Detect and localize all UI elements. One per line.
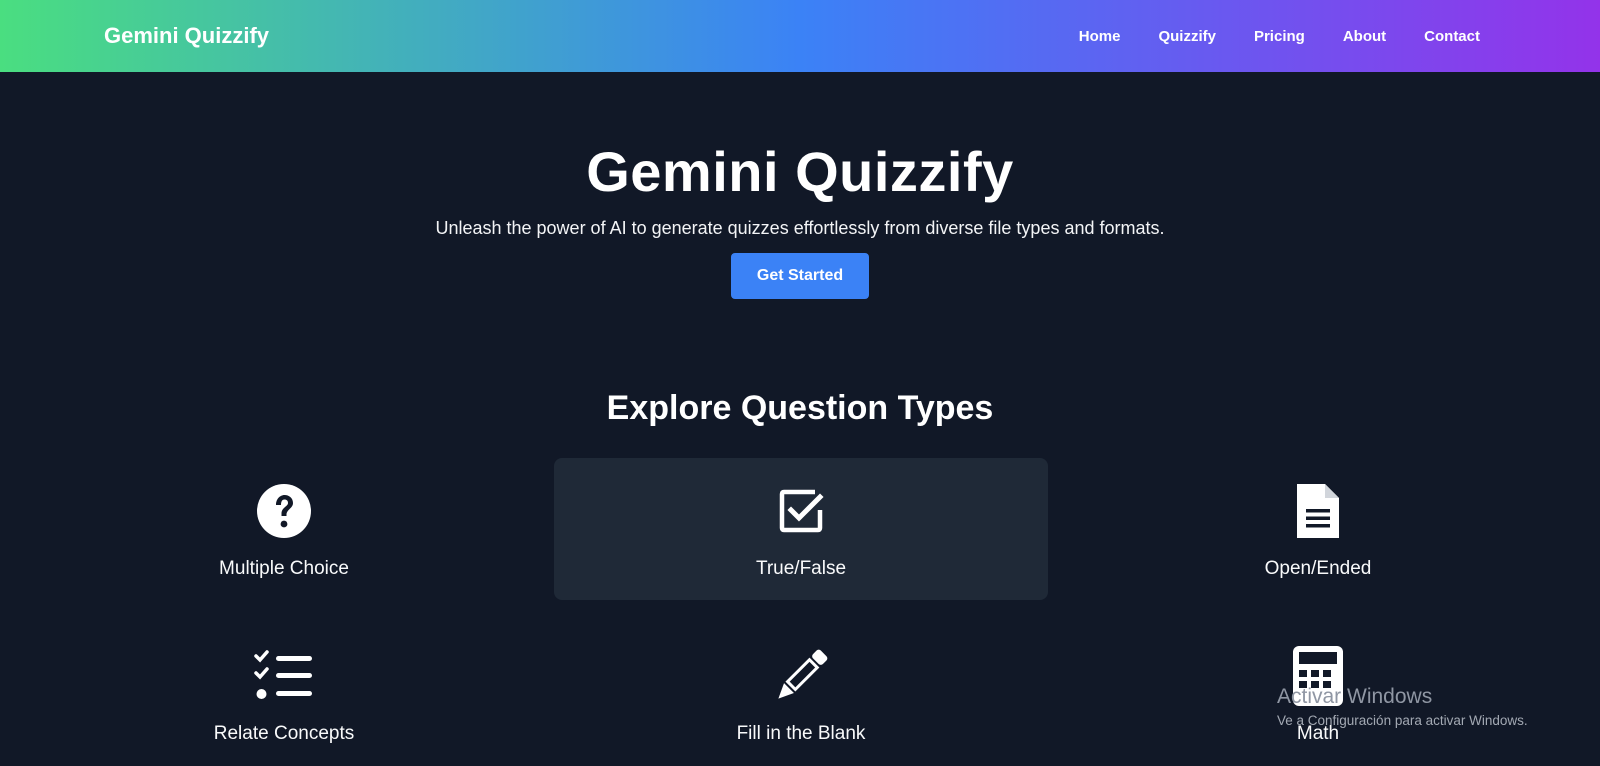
question-type-multiple-choice[interactable]: Multiple Choice bbox=[37, 458, 531, 600]
navbar: Gemini Quizzify Home Quizzify Pricing Ab… bbox=[0, 0, 1600, 72]
nav-links: Home Quizzify Pricing About Contact bbox=[1079, 28, 1480, 45]
question-type-fill-in-the-blank[interactable]: Fill in the Blank bbox=[554, 624, 1048, 766]
windows-activation-watermark: Activar Windows Ve a Configuración para … bbox=[1277, 685, 1528, 728]
checkbox-icon bbox=[778, 482, 824, 540]
question-type-label: Fill in the Blank bbox=[736, 723, 866, 744]
checklist-icon bbox=[254, 647, 314, 705]
brand-logo[interactable]: Gemini Quizzify bbox=[104, 23, 269, 49]
watermark-title: Activar Windows bbox=[1277, 685, 1433, 708]
question-type-label: Relate Concepts bbox=[213, 723, 355, 744]
hero-section: Gemini Quizzify Unleash the power of AI … bbox=[0, 72, 1600, 299]
hero-title: Gemini Quizzify bbox=[586, 140, 1014, 203]
watermark-subtitle: Ve a Configuración para activar Windows. bbox=[1277, 713, 1528, 728]
get-started-button[interactable]: Get Started bbox=[731, 253, 869, 299]
nav-link-quizzify[interactable]: Quizzify bbox=[1158, 28, 1216, 45]
question-circle-icon bbox=[256, 482, 312, 540]
question-type-open-ended[interactable]: Open/Ended bbox=[1071, 458, 1565, 600]
hero-subtitle: Unleash the power of AI to generate quiz… bbox=[435, 218, 1165, 238]
question-type-true-false[interactable]: True/False bbox=[554, 458, 1048, 600]
pencil-icon bbox=[771, 647, 831, 705]
question-type-label: True/False bbox=[755, 558, 847, 579]
question-type-label: Open/Ended bbox=[1264, 558, 1372, 579]
nav-link-contact[interactable]: Contact bbox=[1424, 28, 1480, 45]
nav-link-about[interactable]: About bbox=[1343, 28, 1386, 45]
question-types-title: Explore Question Types bbox=[606, 389, 994, 427]
nav-link-home[interactable]: Home bbox=[1079, 28, 1121, 45]
question-type-label: Multiple Choice bbox=[219, 558, 349, 579]
nav-link-pricing[interactable]: Pricing bbox=[1254, 28, 1305, 45]
document-icon bbox=[1295, 482, 1341, 540]
question-type-relate-concepts[interactable]: Relate Concepts bbox=[37, 624, 531, 766]
